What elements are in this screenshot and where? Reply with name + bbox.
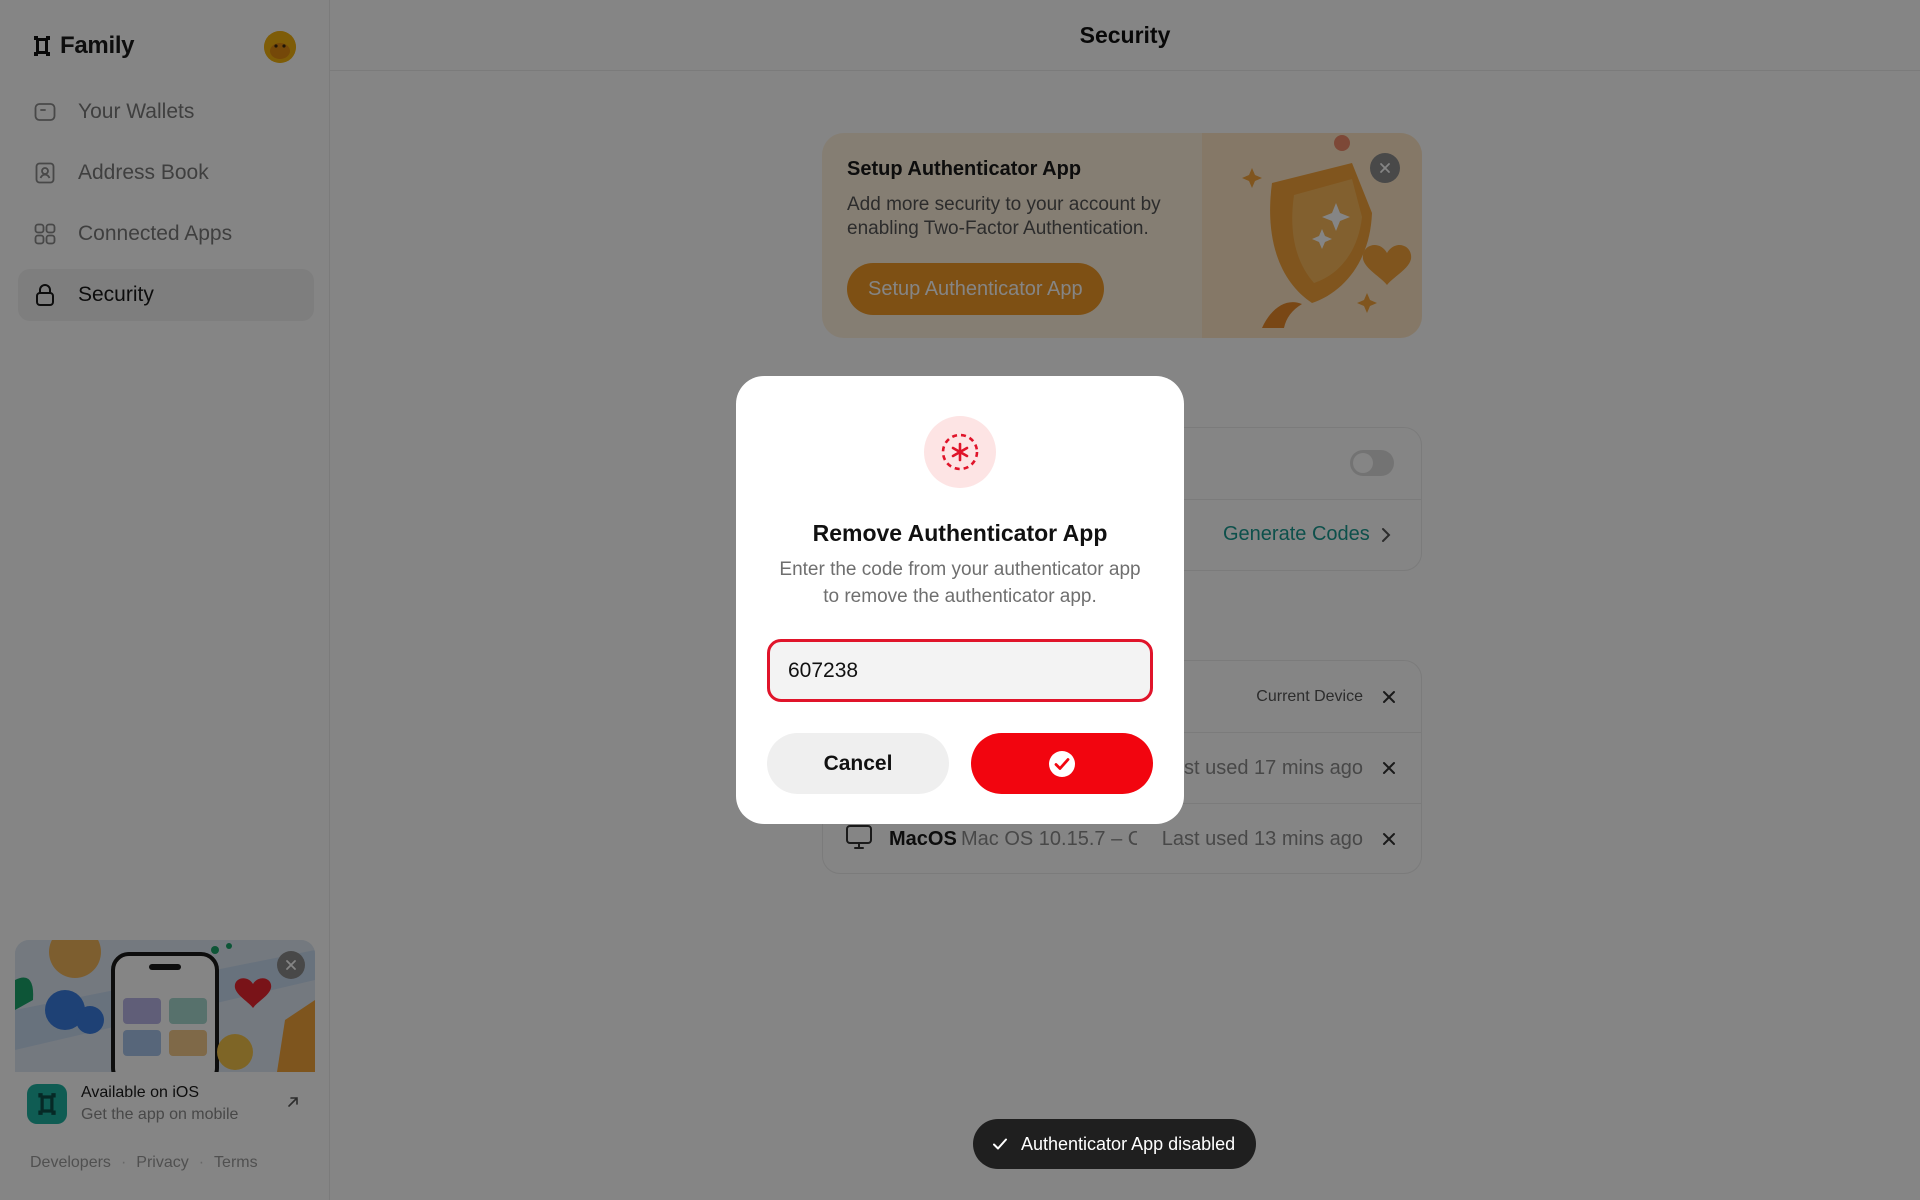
cancel-button[interactable]: Cancel xyxy=(767,733,949,794)
toast-message: Authenticator App disabled xyxy=(1021,1133,1236,1154)
modal-title: Remove Authenticator App xyxy=(812,520,1108,546)
check-circle-icon xyxy=(1049,750,1075,777)
confirm-button[interactable] xyxy=(971,733,1153,794)
authenticator-code-input[interactable] xyxy=(767,639,1153,702)
checkmark-icon xyxy=(993,1138,1007,1150)
remove-authenticator-modal: Remove Authenticator App Enter the code … xyxy=(736,376,1184,824)
authenticator-icon xyxy=(924,416,996,488)
modal-description: Enter the code from your authenticator a… xyxy=(779,559,1141,607)
toast-notification: Authenticator App disabled xyxy=(973,1119,1257,1169)
